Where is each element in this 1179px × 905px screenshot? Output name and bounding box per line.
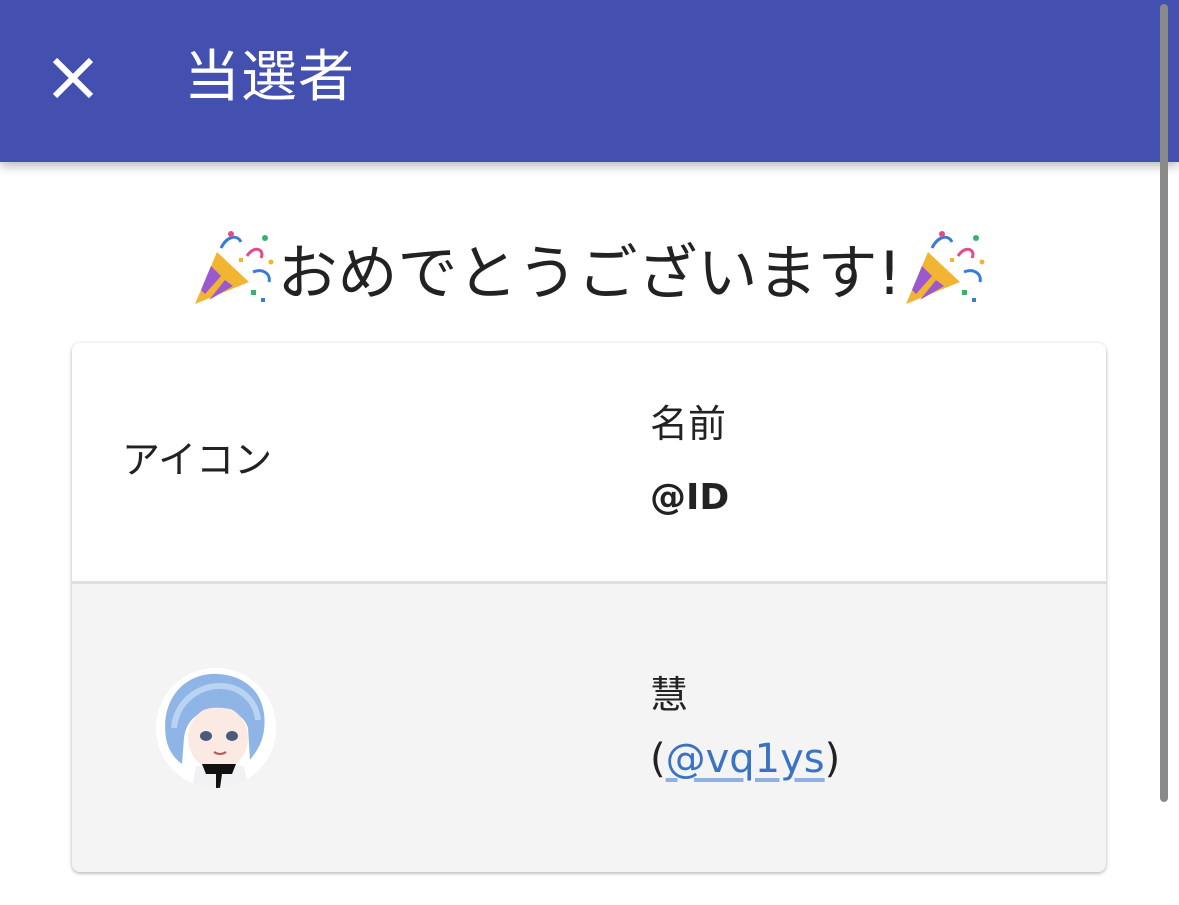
column-header-icon: アイコン — [122, 438, 273, 482]
column-header-id: @ID — [650, 477, 730, 518]
table-header-row: アイコン 名前 @ID — [72, 343, 1106, 584]
user-avatar — [156, 668, 276, 788]
table-row: 慧 (@vq1ys) — [72, 584, 1106, 872]
close-button[interactable] — [38, 43, 108, 113]
winner-name: 慧 — [650, 673, 689, 717]
page-title: 当選者 — [184, 45, 355, 110]
winner-id-open-paren: ( — [650, 736, 666, 782]
scrollbar[interactable] — [1160, 4, 1168, 802]
winner-id-close-paren: ) — [824, 736, 841, 782]
app-bar: 当選者 — [0, 0, 1179, 162]
party-popper-icon — [195, 231, 274, 304]
winner-id: (@vq1ys) — [650, 734, 840, 784]
column-header-name: 名前 — [650, 402, 727, 446]
winner-id-link[interactable]: @vq1ys — [666, 736, 825, 782]
congrats-heading: おめでとうございます! — [0, 222, 1179, 314]
congrats-text: おめでとうございます! — [277, 238, 902, 309]
winners-table: アイコン 名前 @ID 慧 (@vq1ys) — [72, 343, 1106, 872]
party-popper-icon — [905, 231, 985, 304]
close-icon — [52, 57, 94, 99]
